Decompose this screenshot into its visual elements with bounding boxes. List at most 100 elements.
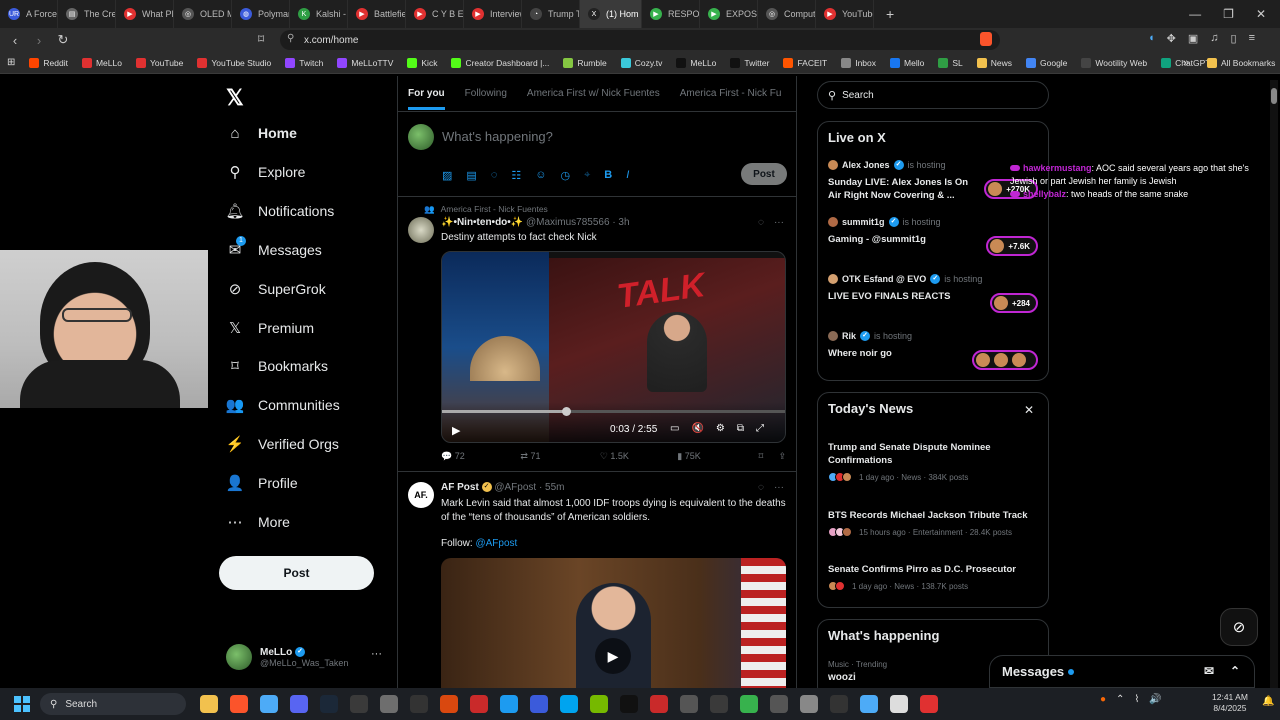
taskbar-app-icon[interactable] bbox=[680, 695, 698, 713]
bookmark-item[interactable]: MeLLo bbox=[75, 57, 129, 68]
news-item[interactable]: Senate Confirms Pirro as D.C. Prosecutor… bbox=[828, 563, 1038, 591]
browser-tab[interactable]: ▤ The Creatur bbox=[58, 0, 116, 28]
new-tab-button[interactable]: + bbox=[886, 6, 894, 22]
video-player[interactable]: ▶ bbox=[441, 558, 786, 688]
browser-tab[interactable]: ◎ Computer S bbox=[758, 0, 816, 28]
bookmark-item[interactable]: Google bbox=[1019, 57, 1074, 68]
taskbar-app-icon[interactable] bbox=[740, 695, 758, 713]
pip-icon[interactable]: ⧉ bbox=[737, 423, 744, 434]
nav-item-home[interactable]: ⌂ Home bbox=[226, 124, 296, 142]
browser-tab[interactable]: X(1) Hom✕ bbox=[580, 0, 642, 28]
new-message-icon[interactable]: ✉ bbox=[1204, 664, 1214, 678]
taskbar-app-icon[interactable] bbox=[800, 695, 818, 713]
x-logo-icon[interactable]: 𝕏 bbox=[226, 85, 244, 111]
nav-item-notifications[interactable]: 🔔︎ Notifications bbox=[225, 202, 334, 220]
bookmark-item[interactable]: Inbox bbox=[834, 57, 883, 68]
bookmark-item[interactable]: FACEIT bbox=[776, 57, 834, 68]
video-scrubber[interactable] bbox=[442, 407, 785, 416]
more-icon[interactable]: ··· bbox=[774, 482, 784, 493]
author-handle[interactable]: @AFpost · 55m bbox=[494, 482, 564, 493]
listener-pill[interactable]: +284 bbox=[989, 293, 1038, 313]
account-switcher[interactable]: MeLLo ✓ @MeLLo_Was_Taken ··· bbox=[226, 644, 382, 670]
bookmark-item[interactable]: Twitch bbox=[278, 57, 330, 68]
taskbar-app-icon[interactable] bbox=[230, 695, 248, 713]
nav-item-bookmarks[interactable]: ⌑ Bookmarks bbox=[226, 357, 328, 375]
live-broadcast[interactable]: Rik ✓ is hosting Where noir go bbox=[828, 331, 978, 360]
all-bookmarks-folder[interactable]: All Bookmarks bbox=[1200, 57, 1280, 68]
nav-item-messages[interactable]: ✉ 1 Messages bbox=[226, 235, 322, 259]
taskbar-app-icon[interactable] bbox=[410, 695, 428, 713]
taskbar-app-icon[interactable] bbox=[440, 695, 458, 713]
browser-tab[interactable]: ▶ Interviewing bbox=[464, 0, 522, 28]
bookmark-item[interactable]: Twitter bbox=[723, 57, 776, 68]
page-scrollbar[interactable] bbox=[1270, 80, 1278, 688]
taskbar-app-icon[interactable] bbox=[560, 695, 578, 713]
browser-tab[interactable]: ▶ YouTube bbox=[816, 0, 874, 28]
notifications-icon[interactable]: 🔔 bbox=[1262, 696, 1274, 707]
close-window-icon[interactable]: ✕ bbox=[1256, 7, 1266, 21]
sidebar-toggle-icon[interactable]: ▯ bbox=[1231, 32, 1237, 45]
browser-tab[interactable]: ◔ Trump Turns bbox=[522, 0, 580, 28]
news-item[interactable]: Trump and Senate Dispute Nominee Confirm… bbox=[828, 441, 1038, 482]
media-icon[interactable]: ▨ bbox=[442, 169, 452, 182]
location-icon[interactable]: ⌖ bbox=[584, 169, 590, 182]
bookmark-item[interactable]: Mello bbox=[883, 57, 931, 68]
share-icon[interactable]: ⇪ bbox=[778, 451, 786, 462]
taskbar-app-icon[interactable] bbox=[200, 695, 218, 713]
browser-tab[interactable]: ▶ What PEAK bbox=[116, 0, 174, 28]
author-name[interactable]: AF Post bbox=[441, 482, 479, 493]
bookmark-item[interactable]: Creator Dashboard |... bbox=[444, 57, 556, 68]
views-button[interactable]: ▮ 75K bbox=[677, 451, 758, 462]
grok-icon[interactable]: ◌ bbox=[758, 482, 764, 493]
media-icon[interactable]: ♫ bbox=[1210, 32, 1218, 45]
browser-tab[interactable]: ◎ OLED Moni bbox=[174, 0, 232, 28]
avatar[interactable] bbox=[408, 217, 434, 243]
tray-chevron-icon[interactable]: ⌃ bbox=[1116, 694, 1124, 705]
search-input[interactable]: ⚲ Search bbox=[817, 81, 1049, 109]
nav-item-more[interactable]: ⋯ More bbox=[226, 513, 290, 531]
bookmark-item[interactable]: Kick bbox=[400, 57, 444, 68]
like-button[interactable]: ♡ 1.5K bbox=[600, 451, 677, 462]
trend-name[interactable]: woozi bbox=[828, 672, 856, 683]
browser-tab[interactable]: ▶ RESPONDIN bbox=[642, 0, 700, 28]
browser-tab[interactable]: ▶ C Y B E R bbox=[406, 0, 464, 28]
emoji-icon[interactable]: ☺ bbox=[535, 169, 546, 182]
news-item[interactable]: BTS Records Michael Jackson Tribute Trac… bbox=[828, 509, 1038, 537]
taskbar-app-icon[interactable] bbox=[470, 695, 488, 713]
menu-icon[interactable]: ≡ bbox=[1249, 32, 1255, 45]
timeline-tab[interactable]: For you bbox=[408, 77, 445, 110]
taskbar-app-icon[interactable] bbox=[530, 695, 548, 713]
taskbar-app-icon[interactable] bbox=[620, 695, 638, 713]
mute-icon[interactable]: 🔇 bbox=[691, 423, 703, 434]
taskbar-app-icon[interactable] bbox=[590, 695, 608, 713]
bookmark-item[interactable]: MeLLoTTV bbox=[330, 57, 400, 68]
taskbar-app-icon[interactable] bbox=[890, 695, 908, 713]
more-bookmarks-icon[interactable]: » bbox=[1176, 57, 1196, 69]
grok-icon[interactable]: ⊘ bbox=[1220, 608, 1258, 646]
bookmark-item[interactable]: Wootility Web bbox=[1074, 57, 1154, 68]
live-broadcast[interactable]: Alex Jones ✓ is hosting Sunday LIVE: Alex J… bbox=[828, 160, 978, 202]
grok-icon[interactable]: ◌ bbox=[491, 169, 498, 182]
bookmark-page-icon[interactable]: ⌑ bbox=[258, 32, 264, 46]
url-field[interactable]: ⚲ x.com/home bbox=[280, 30, 1000, 50]
site-info-icon[interactable]: ⚲ bbox=[287, 33, 294, 44]
bookmark-item[interactable]: Rumble bbox=[556, 57, 613, 68]
more-icon[interactable]: ··· bbox=[774, 217, 784, 228]
nav-item-premium[interactable]: 𝕏 Premium bbox=[226, 319, 314, 337]
compose-post-button[interactable]: Post bbox=[741, 163, 787, 185]
wallet-icon[interactable]: ▣ bbox=[1188, 32, 1198, 45]
poll-icon[interactable]: ☷ bbox=[511, 169, 521, 182]
network-icon[interactable]: ⌇ bbox=[1134, 694, 1139, 705]
settings-icon[interactable]: ⚙ bbox=[716, 423, 725, 434]
schedule-icon[interactable]: ◷ bbox=[560, 169, 570, 182]
brave-shield-icon[interactable] bbox=[980, 32, 992, 46]
live-broadcast[interactable]: OTK Esfand @ EVO ✓ is hosting LIVE EVO FINA… bbox=[828, 274, 982, 303]
nav-item-communities[interactable]: 👥 Communities bbox=[226, 396, 340, 414]
bookmark-icon[interactable]: ⌑ bbox=[759, 451, 779, 462]
bookmark-item[interactable]: Cozy.tv bbox=[614, 57, 670, 68]
play-icon[interactable]: ▶ bbox=[595, 638, 631, 674]
listener-pill[interactable] bbox=[972, 350, 1038, 370]
taskbar-app-icon[interactable] bbox=[260, 695, 278, 713]
browser-tab[interactable]: UR A Forceful B bbox=[0, 0, 58, 28]
apps-grid-icon[interactable]: ⊞ bbox=[0, 57, 22, 68]
